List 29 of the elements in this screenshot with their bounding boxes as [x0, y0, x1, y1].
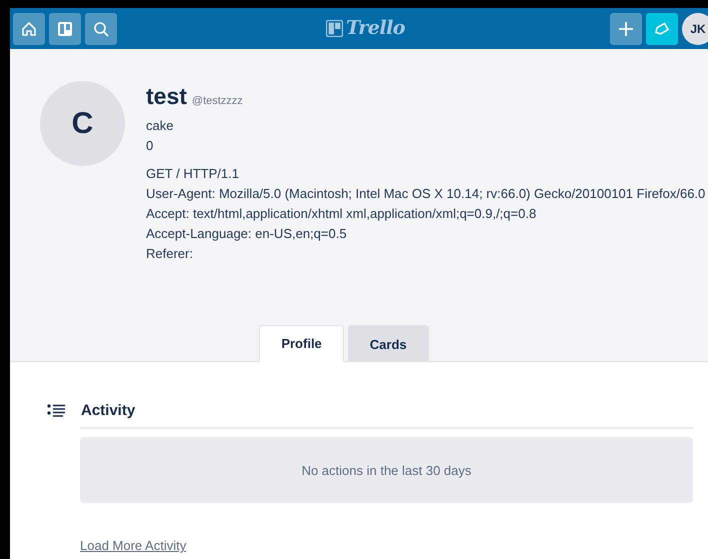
profile-tab[interactable]: Profile — [259, 325, 344, 362]
profile-count: 0 — [146, 137, 154, 155]
empty-message: No actions in the last 30 days — [302, 462, 472, 478]
search-button[interactable] — [85, 12, 117, 44]
profile-avatar: C — [40, 81, 125, 166]
detail-line: Accept-Language: en-US,en;q=0.5 — [146, 225, 348, 243]
member-avatar[interactable]: JK — [682, 12, 708, 44]
detail-line: User-Agent: Mozilla/5.0 (Macintosh; Intel Mac OS X 10.14; rv:66.0) Gecko/20100101 Firefox/66.0 — [146, 185, 706, 203]
detail-line: Referer: — [146, 245, 194, 263]
load-more-link[interactable]: Load More Activity — [80, 538, 186, 553]
profile-tab[interactable]: Cards — [348, 325, 429, 362]
profile-name: test — [146, 83, 187, 110]
profile-bio: cake — [146, 117, 174, 135]
activity-heading: Activity — [81, 402, 136, 419]
detail-line: Accept: text/html,application/xhtml xml,application/xml;q=0.9,/;q=0.8 — [146, 205, 538, 223]
logo-icon — [326, 20, 343, 36]
detail-line: GET / HTTP/1.1 — [146, 165, 240, 183]
home-icon — [21, 20, 37, 36]
create-button[interactable] — [610, 12, 642, 44]
boards-button[interactable] — [49, 12, 81, 44]
search-icon — [93, 20, 109, 36]
board-icon — [57, 20, 73, 36]
home-button[interactable] — [13, 12, 45, 44]
tag-icon — [654, 20, 670, 36]
notifications-button[interactable] — [646, 12, 678, 44]
username: @testzzzz — [192, 95, 243, 107]
activity-list-icon — [47, 404, 67, 418]
trello-logo: Trello — [346, 17, 405, 39]
plus-icon — [618, 20, 634, 36]
